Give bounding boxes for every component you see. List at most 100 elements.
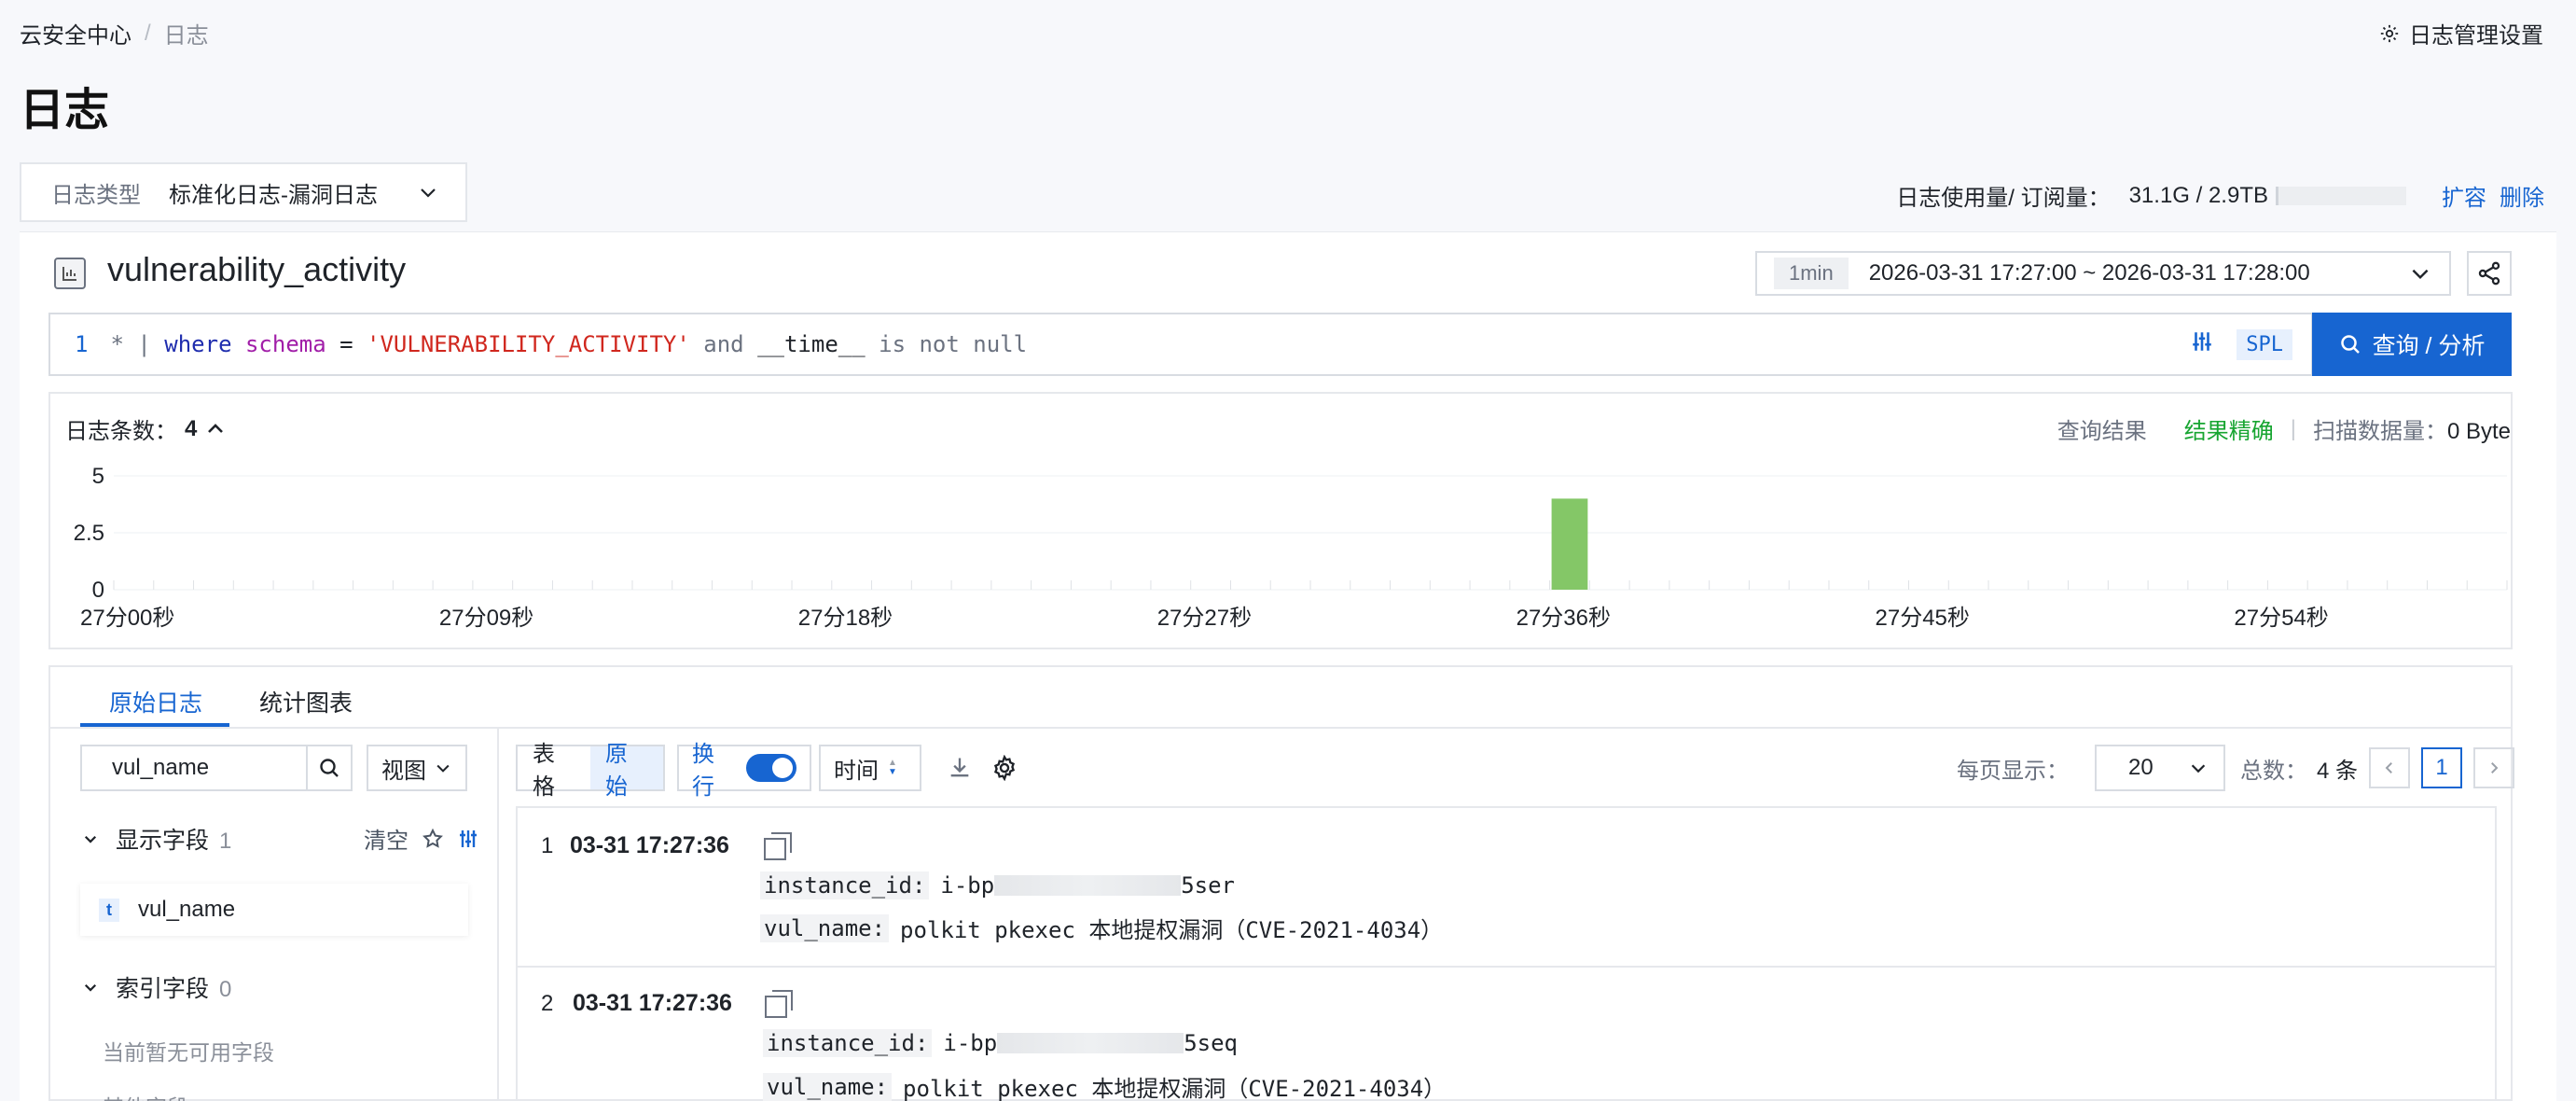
chevron-down-icon	[84, 835, 97, 843]
page-button-current[interactable]: 1	[2421, 747, 2462, 788]
chevron-down-icon	[421, 188, 436, 198]
tab-stat-charts[interactable]: 统计图表	[259, 685, 353, 718]
filter-settings-icon[interactable]	[2190, 329, 2214, 360]
page-size-select[interactable]: 20	[2094, 745, 2225, 791]
time-sort-button[interactable]: 时间 ▲ ▼	[819, 745, 921, 791]
line-wrap-switch[interactable]	[746, 754, 796, 782]
query-editor[interactable]: 1 * | where schema = 'VULNERABILITY_ACTI…	[48, 313, 2313, 376]
time-range-value: 2026-03-31 17:27:00 ~ 2026-03-31 17:28:0…	[1868, 260, 2310, 286]
no-fields-note: 当前暂无可用字段	[103, 1040, 274, 1065]
shown-fields-header[interactable]: 显示字段 1	[82, 822, 231, 856]
logstore-name: vulnerability_activity	[107, 250, 407, 288]
display-mode-toggle: 表格 原始	[516, 742, 665, 800]
index-fields-header[interactable]: 索引字段 0	[82, 970, 231, 1004]
scan-value: 0 Byte	[2446, 419, 2511, 444]
search-icon	[2340, 335, 2360, 354]
per-page-label: 每页显示：	[1956, 758, 2069, 784]
record-time: 03-31 17:27:36	[573, 990, 732, 1016]
x-tick-label: 27分27秒	[1157, 606, 1252, 631]
field-key[interactable]: vul_name:	[763, 1072, 893, 1101]
field-key[interactable]: vul_name:	[760, 913, 890, 942]
field-key[interactable]: instance_id:	[760, 871, 930, 899]
copy-icon[interactable]	[764, 832, 792, 860]
record-index: 1	[541, 833, 554, 858]
field-item-vul-name[interactable]: t vul_name	[80, 884, 468, 936]
chevron-down-icon	[2191, 764, 2206, 773]
breadcrumb-current: 日志	[163, 23, 209, 49]
time-range-picker[interactable]: 1min 2026-03-31 17:27:00 ~ 2026-03-31 17…	[1755, 251, 2451, 296]
delete-link[interactable]: 删除	[2500, 179, 2544, 212]
next-page-button[interactable]	[2473, 747, 2514, 788]
gear-icon	[2380, 24, 2399, 42]
field-value[interactable]: polkit pkexec 本地提权漏洞（CVE-2021-4034）	[900, 912, 1443, 944]
usage-info: 日志使用量/ 订阅量： 31.1G / 2.9TB 扩容 删除	[1896, 179, 2544, 212]
record-index: 2	[541, 991, 554, 1016]
line-wrap-toggle[interactable]: 换行	[677, 742, 811, 800]
breadcrumb-root[interactable]: 云安全中心	[20, 17, 132, 49]
field-value[interactable]: polkit pkexec 本地提权漏洞（CVE-2021-4034）	[903, 1070, 1446, 1101]
record-divider	[518, 966, 2495, 968]
search-icon	[320, 759, 339, 777]
record-field-vul-name: vul_name: polkit pkexec 本地提权漏洞（CVE-2021-4…	[760, 912, 1443, 944]
shown-fields-tools: 清空	[364, 822, 479, 855]
index-fields-count: 0	[218, 977, 232, 1002]
time-sort-label: 时间	[834, 758, 879, 784]
expand-link[interactable]: 扩容	[2442, 179, 2486, 212]
line-wrap-label: 换行	[692, 742, 714, 800]
chevron-up-icon	[208, 423, 224, 433]
download-icon[interactable]	[947, 755, 973, 781]
share-button[interactable]	[2467, 251, 2512, 296]
chevron-down-icon	[2412, 269, 2429, 280]
chevron-right-icon	[2491, 762, 2499, 773]
tab-raw-logs[interactable]: 原始日志	[109, 685, 202, 718]
field-search-input[interactable]: vul_name	[80, 745, 308, 791]
x-tick-label: 27分18秒	[798, 606, 893, 631]
log-count[interactable]: 日志条数： 4	[65, 412, 227, 445]
table-mode-button[interactable]: 表格	[518, 742, 590, 800]
y-tick-label: 5	[92, 464, 104, 489]
field-value-suffix[interactable]: 5ser	[1181, 872, 1235, 899]
usage-label: 日志使用量/ 订阅量：	[1896, 186, 2111, 211]
column-settings-icon[interactable]	[457, 828, 479, 850]
x-tick-label: 27分54秒	[2234, 606, 2328, 631]
usage-progress-bar	[2276, 186, 2406, 205]
field-value-prefix[interactable]: i-bp	[940, 872, 994, 899]
query-token-isnotnull: is not null	[879, 331, 1028, 357]
query-token-string: 'VULNERABILITY_ACTIVITY'	[367, 331, 690, 357]
field-key[interactable]: instance_id:	[763, 1029, 933, 1057]
record-field-vul-name: vul_name: polkit pkexec 本地提权漏洞（CVE-2021-4…	[763, 1070, 1446, 1101]
y-tick-label: 2.5	[74, 521, 104, 546]
query-token-pipe: * |	[110, 331, 151, 357]
query-status: 查询结果 结果精确 | 扫描数据量：0 Byte	[2057, 412, 2511, 445]
log-type-label: 日志类型	[51, 182, 141, 208]
field-name: vul_name	[138, 897, 236, 922]
query-analyze-button[interactable]: 查询 / 分析	[2312, 313, 2512, 376]
field-value-prefix[interactable]: i-bp	[943, 1030, 997, 1056]
log-histogram-chart: 5 2.5 0 27分00秒 27分09秒 27分18秒 27分27秒 27分36秒 27分45…	[74, 464, 2508, 631]
shown-fields-count: 1	[218, 829, 232, 854]
other-fields-label: 其他字段	[103, 1090, 188, 1101]
masked-value	[997, 1033, 1184, 1053]
field-search-button[interactable]	[306, 745, 353, 791]
breadcrumb: 云安全中心 / 日志	[20, 17, 209, 49]
settings-icon[interactable]	[991, 755, 1018, 781]
query-code[interactable]: * | where schema = 'VULNERABILITY_ACTIVI…	[110, 331, 2190, 357]
star-icon[interactable]	[422, 828, 444, 850]
prev-page-button[interactable]	[2369, 747, 2410, 788]
histogram-bar	[1551, 498, 1588, 590]
query-line-number: 1	[75, 331, 89, 357]
view-select[interactable]: 视图	[367, 745, 467, 791]
field-type-badge: t	[99, 898, 119, 922]
clear-button[interactable]: 清空	[364, 822, 409, 855]
log-settings-link[interactable]: 日志管理设置	[2379, 17, 2543, 49]
sidebar-divider[interactable]	[497, 729, 499, 1101]
y-tick-label: 0	[92, 578, 104, 603]
copy-icon[interactable]	[765, 990, 793, 1018]
record-field-instance-id: instance_id: i-bp 5ser	[760, 871, 1235, 899]
raw-mode-button[interactable]: 原始	[590, 742, 663, 800]
log-type-select[interactable]: 日志类型 标准化日志-漏洞日志	[20, 162, 467, 222]
field-value-suffix[interactable]: 5seq	[1184, 1030, 1238, 1056]
log-count-value: 4	[185, 415, 198, 441]
query-token-time: __time__	[757, 331, 866, 357]
spl-badge[interactable]: SPL	[2237, 328, 2292, 360]
